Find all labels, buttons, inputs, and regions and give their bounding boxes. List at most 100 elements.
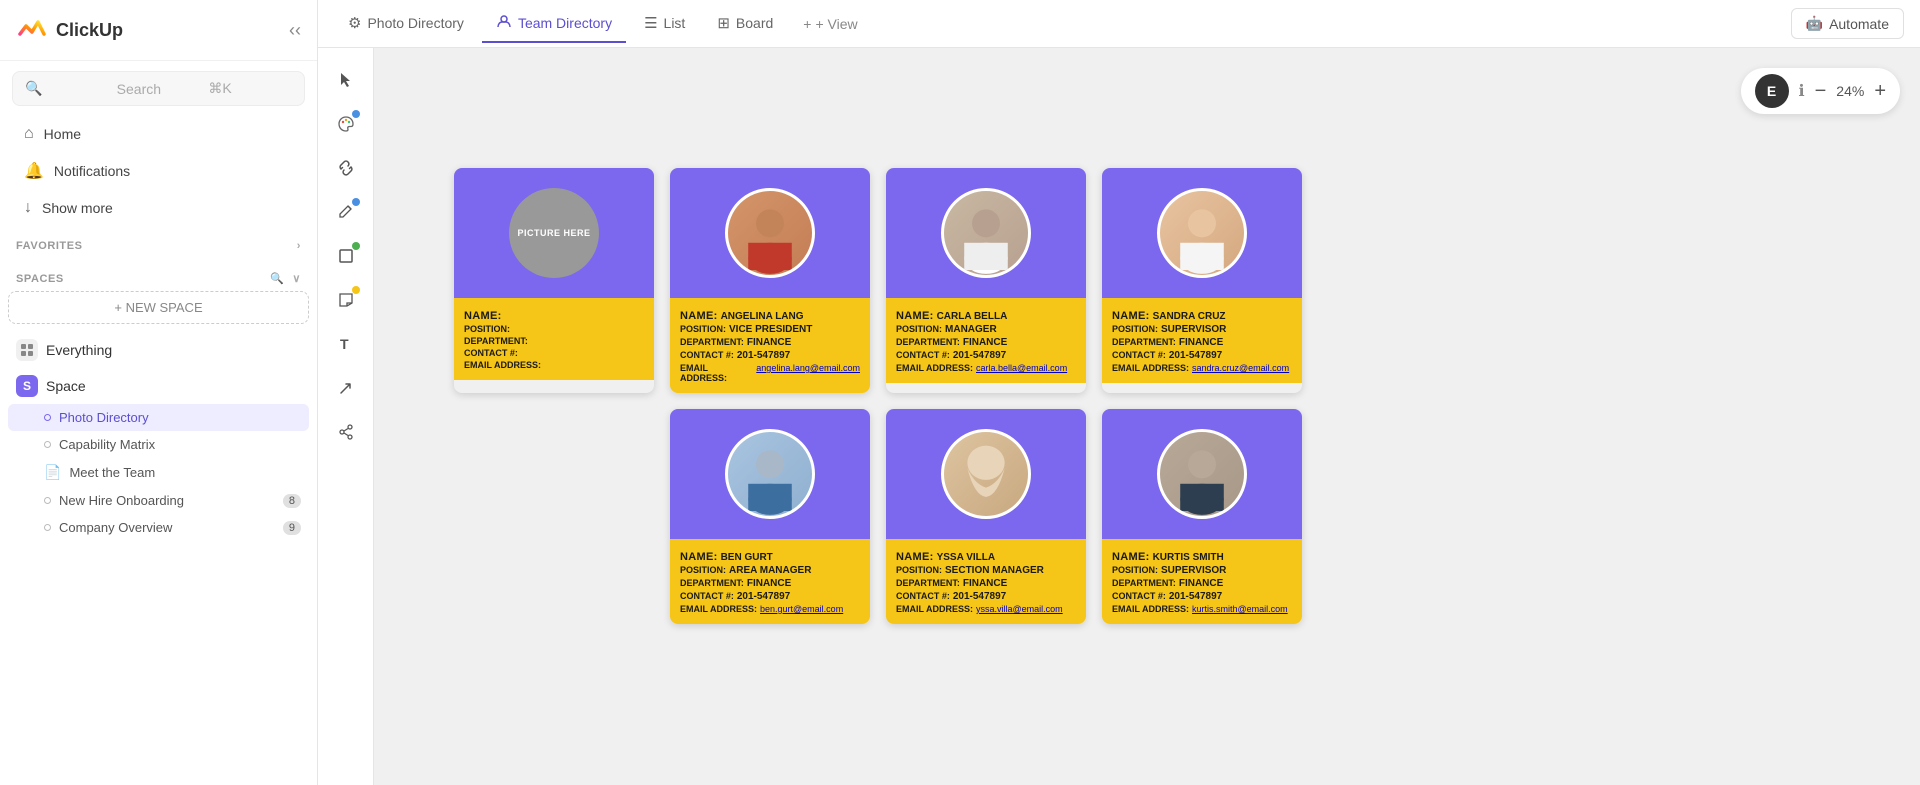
clickup-logo[interactable]: ClickUp [16,14,123,46]
favorites-chevron[interactable]: › [297,240,301,252]
sub-item-dot-company-overview [44,524,51,531]
template-card[interactable]: PICTURE HERE NAME: POSITION: DEPARTMENT: [454,168,654,393]
search-shortcut: ⌘K [208,80,292,97]
search-placeholder: Search [117,81,201,97]
nav-item-home[interactable]: ⌂ Home [8,116,309,152]
collapse-sidebar-button[interactable]: ‹‹ [289,20,301,41]
card-carla-info: NAME: CARLA BELLA POSITION: MANAGER DEPA… [886,298,1086,383]
sidebar-item-photo-directory[interactable]: Photo Directory [8,404,309,431]
nav-item-notifications[interactable]: 🔔 Notifications [8,152,309,190]
card-carla-bella[interactable]: NAME: CARLA BELLA POSITION: MANAGER DEPA… [886,168,1086,393]
bell-icon: 🔔 [24,161,44,181]
template-card-placeholder: PICTURE HERE [509,188,599,278]
tab-list-icon: ☰ [644,14,657,32]
card-angelina-lang[interactable]: NAME: ANGELINA LANG POSITION: VICE PRESI… [670,168,870,393]
new-hire-onboarding-label: New Hire Onboarding [59,493,184,508]
tool-pencil[interactable] [326,192,366,232]
card-yssa-photo [941,429,1031,519]
tab-board-icon: ⊞ [717,14,730,32]
card-ben-info: NAME: BEN GURT POSITION: AREA MANAGER DE… [670,539,870,624]
tool-share[interactable] [326,412,366,452]
tab-list[interactable]: ☰ List [630,6,699,42]
card-sandra-photo-area [1102,168,1302,298]
card-yssa-info: NAME: YSSA VILLA POSITION: SECTION MANAG… [886,539,1086,624]
tool-rectangle-dot [352,242,360,250]
new-space-button[interactable]: + NEW SPACE [8,291,309,324]
automate-button[interactable]: 🤖 Automate [1791,8,1904,39]
spaces-actions[interactable]: 🔍 ∨ [270,272,301,285]
space-item-everything[interactable]: Everything [8,332,309,368]
capability-matrix-label: Capability Matrix [59,437,155,452]
zoom-in-button[interactable]: + [1874,81,1886,101]
tab-board-label: Board [736,15,773,31]
canvas-area: T E ℹ − 24% + [318,48,1920,785]
tool-arrow[interactable] [326,368,366,408]
cards-container: PICTURE HERE NAME: POSITION: DEPARTMENT: [454,168,1900,624]
zoom-user-avatar[interactable]: E [1755,74,1789,108]
company-overview-badge: 9 [283,521,301,535]
card-kurtis-photo-area [1102,409,1302,539]
tool-rectangle[interactable] [326,236,366,276]
card-ben-photo-area [670,409,870,539]
space-item-space[interactable]: S Space [8,368,309,404]
sub-item-dot-new-hire [44,497,51,504]
chevron-down-icon: ↓ [24,199,32,217]
everything-label: Everything [46,342,112,358]
template-card-photo-area: PICTURE HERE [454,168,654,298]
card-kurtis-smith[interactable]: NAME: KURTIS SMITH POSITION: SUPERVISOR … [1102,409,1302,624]
card-yssa-villa[interactable]: NAME: YSSA VILLA POSITION: SECTION MANAG… [886,409,1086,624]
search-bar[interactable]: 🔍 Search ⌘K [12,71,305,106]
tab-photo-directory-label: Photo Directory [367,15,463,31]
nav-item-show-more[interactable]: ↓ Show more [8,190,309,226]
new-hire-badge: 8 [283,494,301,508]
zoom-out-button[interactable]: − [1815,81,1827,101]
add-view-button[interactable]: + + View [791,10,869,38]
sidebar-item-capability-matrix[interactable]: Capability Matrix [8,431,309,458]
canvas-content[interactable]: E ℹ − 24% + PICTURE HERE NAME: [374,48,1920,785]
chevron-down-spaces-icon[interactable]: ∨ [292,272,301,285]
tab-photo-directory-icon: ⚙ [348,14,361,32]
space-label: Space [46,378,86,394]
tab-team-directory-label: Team Directory [518,15,612,31]
info-button[interactable]: ℹ [1799,81,1805,101]
zoom-controls: E ℹ − 24% + [1741,68,1900,114]
tool-sticky[interactable] [326,280,366,320]
sub-item-dot-capability-matrix [44,441,51,448]
card-angelina-info: NAME: ANGELINA LANG POSITION: VICE PRESI… [670,298,870,393]
tool-palette-dot [352,110,360,118]
zoom-percent: 24% [1836,83,1864,99]
clickup-logo-icon [16,14,48,46]
tool-palette[interactable] [326,104,366,144]
automate-icon: 🤖 [1806,15,1823,32]
main-content: ⚙ Photo Directory Team Directory ☰ List … [318,0,1920,785]
sidebar-header: ClickUp ‹‹ [0,0,317,61]
card-ben-photo [725,429,815,519]
automate-label: Automate [1829,16,1889,32]
nav-notifications-label: Notifications [54,163,130,179]
card-ben-gurt[interactable]: NAME: BEN GURT POSITION: AREA MANAGER DE… [670,409,870,624]
app-name: ClickUp [56,20,123,41]
favorites-section-label: FAVORITES › [0,226,317,258]
tab-board[interactable]: ⊞ Board [703,6,787,42]
tool-sticky-dot [352,286,360,294]
doc-icon: 📄 [44,464,61,481]
card-carla-photo [941,188,1031,278]
card-sandra-cruz[interactable]: NAME: SANDRA CRUZ POSITION: SUPERVISOR D… [1102,168,1302,393]
template-department-label: DEPARTMENT: [464,336,528,346]
tool-text[interactable]: T [326,324,366,364]
tab-list-label: List [664,15,686,31]
search-spaces-icon[interactable]: 🔍 [270,272,284,285]
tab-team-directory-icon [496,13,512,33]
template-card-info: NAME: POSITION: DEPARTMENT: CONTACT #: E [454,298,654,380]
tool-select[interactable] [326,60,366,100]
nav-show-more-label: Show more [42,200,113,216]
tab-bar: ⚙ Photo Directory Team Directory ☰ List … [318,0,1920,48]
tab-team-directory[interactable]: Team Directory [482,5,626,43]
card-sandra-info: NAME: SANDRA CRUZ POSITION: SUPERVISOR D… [1102,298,1302,383]
tool-link[interactable] [326,148,366,188]
sidebar-item-new-hire-onboarding[interactable]: New Hire Onboarding 8 [8,487,309,514]
sidebar-item-company-overview[interactable]: Company Overview 9 [8,514,309,541]
tab-photo-directory[interactable]: ⚙ Photo Directory [334,6,478,42]
sidebar-item-meet-the-team[interactable]: 📄 Meet the Team [8,458,309,487]
template-email-label: EMAIL ADDRESS: [464,360,541,370]
